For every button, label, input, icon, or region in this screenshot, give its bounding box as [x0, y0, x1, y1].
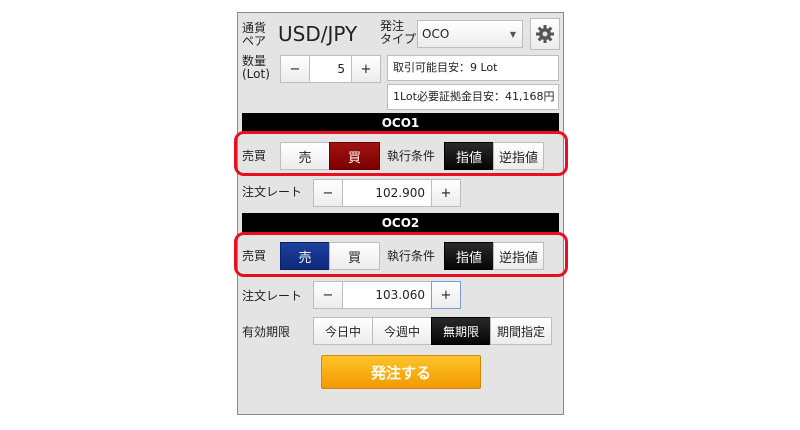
oco2-rate-plus-button[interactable]: + [431, 281, 461, 309]
quantity-input[interactable]: 5 [309, 55, 352, 83]
expiry-option-specify-period[interactable]: 期間指定 [490, 317, 552, 345]
expiry-option-this-week[interactable]: 今週中 [372, 317, 432, 345]
required-margin-info: 1Lot必要証拠金目安：41,168円 [387, 84, 559, 110]
oco2-side-exec-highlight [234, 232, 568, 277]
oco1-side-exec-highlight [234, 131, 568, 176]
expiry-option-today[interactable]: 今日中 [313, 317, 373, 345]
oco1-rate-input[interactable]: 102.900 [342, 179, 432, 207]
oco1-rate-value: 102.900 [375, 186, 425, 200]
expiry-option-no-limit[interactable]: 無期限 [431, 317, 491, 345]
quantity-minus-button[interactable]: − [280, 55, 310, 83]
pair-label: 通貨 ペア [242, 21, 267, 48]
order-type-label: 発注 タイプ [380, 19, 417, 46]
oco1-header: OCO1 [242, 113, 559, 132]
available-lot-info: 取引可能目安：9 Lot [387, 55, 559, 81]
quantity-value: 5 [337, 62, 345, 76]
oco2-rate-label: 注文レート [242, 289, 303, 303]
expiry-label: 有効期限 [242, 325, 291, 339]
available-lot-text: 取引可能目安：9 Lot [393, 61, 498, 74]
chevron-down-icon: ▼ [509, 30, 516, 39]
oco2-rate-value: 103.060 [375, 288, 425, 302]
oco2-header: OCO2 [242, 213, 559, 232]
quantity-plus-button[interactable]: + [351, 55, 381, 83]
settings-button[interactable] [530, 18, 560, 50]
order-type-value: OCO [422, 27, 450, 41]
gear-icon [536, 25, 554, 43]
oco2-rate-input[interactable]: 103.060 [342, 281, 432, 309]
order-panel: 通貨 ペア USD/JPY 発注 タイプ OCO ▼ 数量 (Lot) − 5 + [237, 12, 564, 415]
oco2-rate-minus-button[interactable]: − [313, 281, 343, 309]
currency-pair: USD/JPY [278, 22, 358, 46]
required-margin-text: 1Lot必要証拠金目安：41,168円 [393, 90, 555, 103]
order-type-select[interactable]: OCO ▼ [417, 20, 523, 48]
oco1-rate-plus-button[interactable]: + [431, 179, 461, 207]
submit-order-button[interactable]: 発注する [321, 355, 481, 389]
quantity-label: 数量 (Lot) [242, 54, 270, 81]
oco1-rate-minus-button[interactable]: − [313, 179, 343, 207]
oco1-rate-label: 注文レート [242, 185, 303, 199]
